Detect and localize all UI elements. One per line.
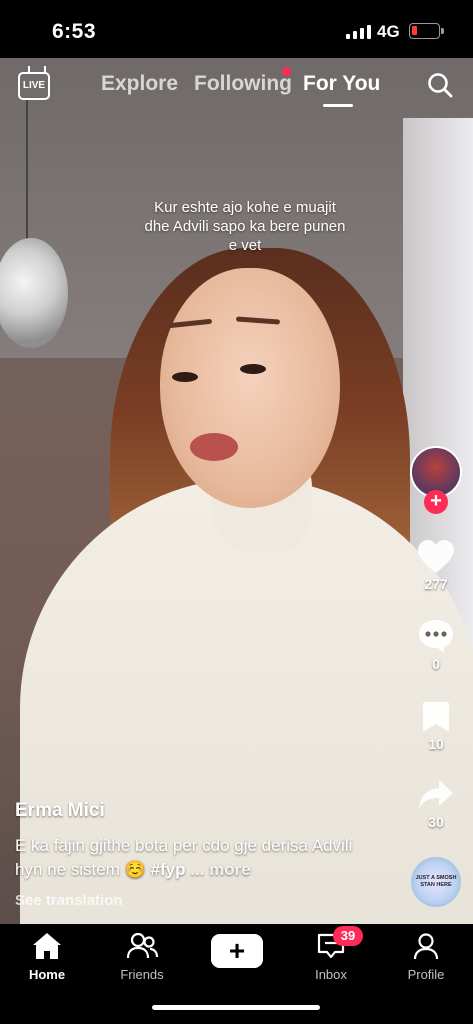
nav-profile-label: Profile [407,967,445,982]
nav-friends-label: Friends [120,967,164,982]
like-button[interactable]: 277 [411,540,461,592]
create-button[interactable]: + [207,934,267,968]
friends-icon [126,932,159,959]
inbox-badge: 39 [333,926,363,946]
comment-icon [419,620,453,653]
status-bar: 6:53 4G [0,0,473,58]
following-notification-dot [282,67,291,76]
hashtag-link[interactable]: #fyp [151,860,186,879]
status-time: 6:53 [52,20,97,43]
network-label: 4G [377,22,400,41]
live-button[interactable]: LIVE [18,72,50,100]
author-name[interactable]: Erma Mici [15,800,105,822]
more-link[interactable]: ... more [190,860,250,879]
see-translation-link[interactable]: See translation [15,892,123,909]
comment-button[interactable]: 0 [411,618,461,672]
tab-explore[interactable]: Explore [101,72,178,96]
battery-icon [409,23,444,39]
tab-following[interactable]: Following [194,72,292,96]
home-icon [33,933,61,959]
signal-icon [346,25,372,39]
follow-plus-button[interactable]: + [424,490,448,514]
emoji: ☺️ [124,860,146,879]
nav-home[interactable]: Home [7,932,87,982]
profile-icon [413,933,439,960]
active-tab-indicator [323,104,353,107]
nav-profile[interactable]: Profile [386,932,466,982]
bookmark-icon [423,702,449,732]
music-disc-text: JUST A SMOSH STAN HERE [415,875,457,888]
video-overlay-caption: Kur eshte ajo kohe e muajit dhe Advili s… [144,199,346,254]
person-face [160,268,340,508]
music-disc[interactable]: JUST A SMOSH STAN HERE [411,857,461,907]
share-button[interactable]: 30 [411,778,461,830]
nav-friends[interactable]: Friends [102,932,182,982]
heart-icon [418,540,454,573]
comment-count: 0 [432,656,440,672]
plus-icon: + [211,934,263,968]
share-arrow-icon [419,780,453,809]
share-count: 30 [428,814,444,830]
home-indicator [152,1005,320,1010]
save-count: 10 [428,736,444,752]
search-icon[interactable] [427,72,453,98]
post-description: E ka fajin gjithe bota per cdo gje deris… [15,834,355,882]
video-player[interactable] [0,58,473,924]
nav-inbox-label: Inbox [315,967,347,982]
nav-home-label: Home [28,967,66,982]
save-button[interactable]: 10 [411,700,461,752]
like-count: 277 [424,576,448,592]
tab-for-you[interactable]: For You [303,72,380,96]
